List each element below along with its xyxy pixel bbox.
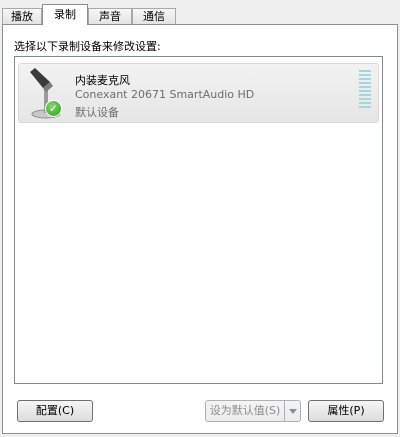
device-description: Conexant 20671 SmartAudio HD: [75, 88, 255, 101]
device-list[interactable]: ✓ 内装麦克风 Conexant 20671 SmartAudio HD 默认设…: [14, 56, 383, 384]
set-default-label: 设为默认值(S): [209, 404, 281, 417]
tab-recording[interactable]: 录制: [42, 4, 88, 25]
tab-communications[interactable]: 通信: [132, 8, 176, 24]
tab-playback[interactable]: 播放: [2, 8, 42, 24]
device-item[interactable]: ✓ 内装麦克风 Conexant 20671 SmartAudio HD 默认设…: [18, 63, 379, 123]
level-meter: [359, 70, 371, 108]
properties-button[interactable]: 属性(P): [308, 400, 384, 422]
chevron-down-icon[interactable]: [284, 401, 300, 421]
device-name: 内装麦克风: [75, 74, 130, 87]
device-status: 默认设备: [75, 106, 119, 119]
default-check-icon: ✓: [45, 100, 62, 117]
set-default-button[interactable]: 设为默认值(S): [205, 400, 301, 422]
tab-sounds[interactable]: 声音: [88, 8, 132, 24]
configure-button[interactable]: 配置(C): [17, 400, 93, 422]
instruction-label: 选择以下录制设备来修改设置:: [14, 40, 161, 53]
